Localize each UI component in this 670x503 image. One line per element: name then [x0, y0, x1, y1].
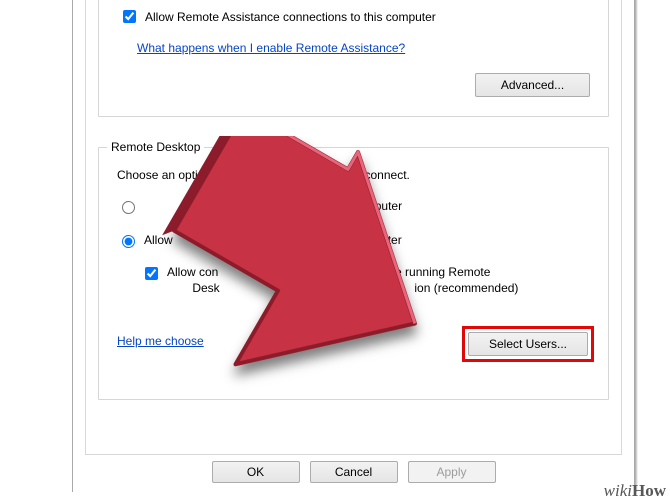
remote-desktop-legend: Remote Desktop: [107, 140, 204, 154]
remote-assistance-group: Allow Remote Assistance connections to t…: [98, 0, 609, 117]
ok-button[interactable]: OK: [212, 461, 300, 483]
allow-remote-assistance-label: Allow Remote Assistance connections to t…: [145, 10, 436, 24]
apply-button: Apply: [408, 461, 496, 483]
select-users-highlight: Select Users...: [462, 326, 594, 362]
nla-checkbox-label: Allow con e running Remote Desk ion (rec…: [167, 264, 518, 296]
allow-radio-input[interactable]: [122, 235, 135, 248]
dont-allow-radio-label: emote s to this computer: [144, 199, 402, 213]
allow-remote-assistance-checkbox[interactable]: Allow Remote Assistance connections to t…: [119, 7, 436, 26]
remote-desktop-prompt: Choose an option, an specify who can con…: [117, 168, 410, 182]
dont-allow-radio-input[interactable]: [122, 201, 135, 214]
remote-assistance-help-link[interactable]: What happens when I enable Remote Assist…: [137, 41, 405, 55]
help-me-choose-link[interactable]: Help me choose: [117, 334, 204, 348]
window-shadow: [635, 0, 638, 492]
remote-desktop-group: Remote Desktop Choose an option, an spec…: [98, 140, 609, 400]
allow-radio-label: Allow mputer: [144, 233, 402, 247]
nla-checkbox-input[interactable]: [145, 267, 158, 280]
select-users-button[interactable]: Select Users...: [468, 332, 588, 356]
nla-checkbox[interactable]: Allow con e running Remote Desk ion (rec…: [141, 264, 561, 296]
wikihow-watermark: wikiHow: [604, 481, 666, 501]
dont-allow-radio[interactable]: emote s to this computer: [117, 198, 402, 214]
allow-radio[interactable]: Allow mputer: [117, 232, 402, 248]
allow-remote-assistance-input[interactable]: [123, 10, 136, 23]
cancel-button[interactable]: Cancel: [310, 461, 398, 483]
dialog-button-row: OK Cancel Apply: [73, 458, 634, 486]
system-properties-window: Allow Remote Assistance connections to t…: [72, 0, 635, 492]
remote-tab-panel: Allow Remote Assistance connections to t…: [85, 0, 622, 455]
advanced-button[interactable]: Advanced...: [475, 73, 590, 97]
